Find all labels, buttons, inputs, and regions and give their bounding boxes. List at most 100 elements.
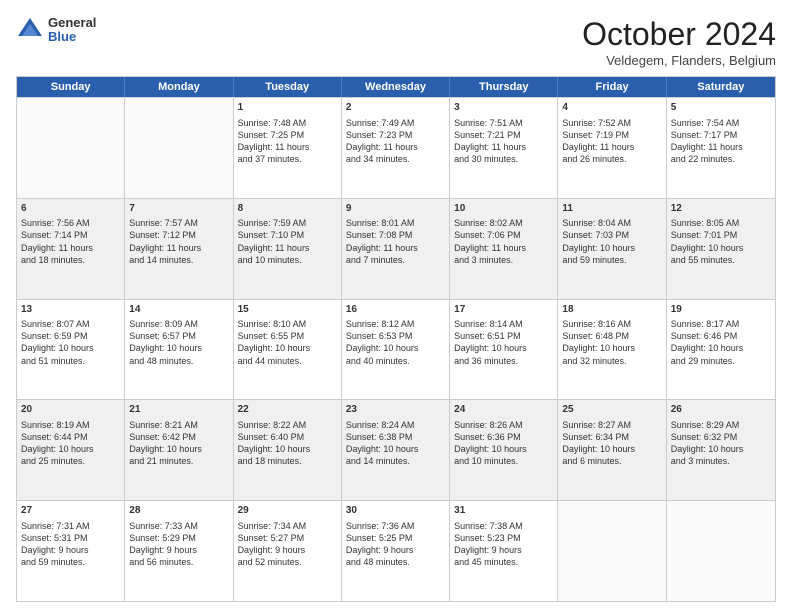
cell-line-l1: Sunrise: 8:16 AM [562, 318, 661, 330]
day-number: 1 [238, 101, 337, 115]
day-number: 12 [671, 202, 771, 216]
cal-cell: 9Sunrise: 8:01 AMSunset: 7:08 PMDaylight… [342, 199, 450, 299]
cal-cell: 16Sunrise: 8:12 AMSunset: 6:53 PMDayligh… [342, 300, 450, 400]
day-header-monday: Monday [125, 77, 233, 97]
cell-line-l1: Sunrise: 7:33 AM [129, 520, 228, 532]
cell-line-l4: and 3 minutes. [454, 254, 553, 266]
cell-line-l1: Sunrise: 7:38 AM [454, 520, 553, 532]
day-number: 9 [346, 202, 445, 216]
logo-text: General Blue [48, 16, 96, 45]
day-header-sunday: Sunday [17, 77, 125, 97]
cal-cell: 10Sunrise: 8:02 AMSunset: 7:06 PMDayligh… [450, 199, 558, 299]
cal-cell: 8Sunrise: 7:59 AMSunset: 7:10 PMDaylight… [234, 199, 342, 299]
cal-cell: 20Sunrise: 8:19 AMSunset: 6:44 PMDayligh… [17, 400, 125, 500]
cell-line-l1: Sunrise: 7:36 AM [346, 520, 445, 532]
logo-blue: Blue [48, 30, 96, 44]
cell-line-l4: and 29 minutes. [671, 355, 771, 367]
cell-line-l3: Daylight: 10 hours [346, 443, 445, 455]
cal-cell: 7Sunrise: 7:57 AMSunset: 7:12 PMDaylight… [125, 199, 233, 299]
cell-line-l1: Sunrise: 7:51 AM [454, 117, 553, 129]
logo-general: General [48, 16, 96, 30]
cal-cell: 17Sunrise: 8:14 AMSunset: 6:51 PMDayligh… [450, 300, 558, 400]
cell-line-l1: Sunrise: 8:09 AM [129, 318, 228, 330]
cell-line-l1: Sunrise: 8:17 AM [671, 318, 771, 330]
cell-line-l4: and 34 minutes. [346, 153, 445, 165]
cell-line-l4: and 59 minutes. [562, 254, 661, 266]
header: General Blue October 2024 Veldegem, Flan… [16, 16, 776, 68]
cell-line-l1: Sunrise: 8:24 AM [346, 419, 445, 431]
cell-line-l4: and 18 minutes. [21, 254, 120, 266]
cell-line-l2: Sunset: 5:29 PM [129, 532, 228, 544]
cell-line-l3: Daylight: 10 hours [671, 242, 771, 254]
cell-line-l4: and 14 minutes. [346, 455, 445, 467]
week-row-2: 6Sunrise: 7:56 AMSunset: 7:14 PMDaylight… [17, 198, 775, 299]
cell-line-l2: Sunset: 6:36 PM [454, 431, 553, 443]
cell-line-l3: Daylight: 10 hours [562, 242, 661, 254]
cell-line-l4: and 3 minutes. [671, 455, 771, 467]
cell-line-l2: Sunset: 6:42 PM [129, 431, 228, 443]
cell-line-l4: and 48 minutes. [346, 556, 445, 568]
cell-line-l3: Daylight: 11 hours [238, 242, 337, 254]
cell-line-l3: Daylight: 11 hours [454, 242, 553, 254]
cell-line-l1: Sunrise: 8:02 AM [454, 217, 553, 229]
day-number: 15 [238, 303, 337, 317]
cal-cell: 19Sunrise: 8:17 AMSunset: 6:46 PMDayligh… [667, 300, 775, 400]
cal-cell: 14Sunrise: 8:09 AMSunset: 6:57 PMDayligh… [125, 300, 233, 400]
cell-line-l2: Sunset: 7:25 PM [238, 129, 337, 141]
cell-line-l1: Sunrise: 8:22 AM [238, 419, 337, 431]
cell-line-l4: and 36 minutes. [454, 355, 553, 367]
cell-line-l2: Sunset: 7:23 PM [346, 129, 445, 141]
calendar: SundayMondayTuesdayWednesdayThursdayFrid… [16, 76, 776, 602]
cell-line-l2: Sunset: 7:21 PM [454, 129, 553, 141]
day-number: 21 [129, 403, 228, 417]
cell-line-l2: Sunset: 6:40 PM [238, 431, 337, 443]
cell-line-l3: Daylight: 11 hours [454, 141, 553, 153]
day-number: 8 [238, 202, 337, 216]
day-number: 14 [129, 303, 228, 317]
cell-line-l2: Sunset: 7:10 PM [238, 229, 337, 241]
week-row-4: 20Sunrise: 8:19 AMSunset: 6:44 PMDayligh… [17, 399, 775, 500]
day-header-tuesday: Tuesday [234, 77, 342, 97]
day-number: 6 [21, 202, 120, 216]
cal-cell: 2Sunrise: 7:49 AMSunset: 7:23 PMDaylight… [342, 98, 450, 198]
day-header-thursday: Thursday [450, 77, 558, 97]
cell-line-l4: and 52 minutes. [238, 556, 337, 568]
cell-line-l1: Sunrise: 8:01 AM [346, 217, 445, 229]
cal-cell: 3Sunrise: 7:51 AMSunset: 7:21 PMDaylight… [450, 98, 558, 198]
cell-line-l3: Daylight: 11 hours [346, 141, 445, 153]
cell-line-l2: Sunset: 6:32 PM [671, 431, 771, 443]
cell-line-l1: Sunrise: 8:07 AM [21, 318, 120, 330]
cell-line-l1: Sunrise: 7:52 AM [562, 117, 661, 129]
cell-line-l4: and 22 minutes. [671, 153, 771, 165]
cell-line-l3: Daylight: 10 hours [129, 443, 228, 455]
cal-cell: 30Sunrise: 7:36 AMSunset: 5:25 PMDayligh… [342, 501, 450, 601]
cell-line-l1: Sunrise: 8:04 AM [562, 217, 661, 229]
cell-line-l2: Sunset: 7:19 PM [562, 129, 661, 141]
cell-line-l4: and 45 minutes. [454, 556, 553, 568]
cal-cell: 13Sunrise: 8:07 AMSunset: 6:59 PMDayligh… [17, 300, 125, 400]
cell-line-l1: Sunrise: 7:49 AM [346, 117, 445, 129]
day-number: 26 [671, 403, 771, 417]
cell-line-l4: and 25 minutes. [21, 455, 120, 467]
cell-line-l2: Sunset: 7:17 PM [671, 129, 771, 141]
day-number: 23 [346, 403, 445, 417]
day-number: 24 [454, 403, 553, 417]
cal-cell: 15Sunrise: 8:10 AMSunset: 6:55 PMDayligh… [234, 300, 342, 400]
cell-line-l3: Daylight: 11 hours [562, 141, 661, 153]
subtitle: Veldegem, Flanders, Belgium [582, 53, 776, 68]
cell-line-l2: Sunset: 6:55 PM [238, 330, 337, 342]
cell-line-l2: Sunset: 7:03 PM [562, 229, 661, 241]
cell-line-l1: Sunrise: 8:19 AM [21, 419, 120, 431]
cell-line-l4: and 55 minutes. [671, 254, 771, 266]
cal-cell [17, 98, 125, 198]
day-number: 10 [454, 202, 553, 216]
cal-cell [558, 501, 666, 601]
cell-line-l3: Daylight: 11 hours [238, 141, 337, 153]
cell-line-l4: and 48 minutes. [129, 355, 228, 367]
cal-cell: 21Sunrise: 8:21 AMSunset: 6:42 PMDayligh… [125, 400, 233, 500]
cal-cell: 24Sunrise: 8:26 AMSunset: 6:36 PMDayligh… [450, 400, 558, 500]
cal-cell: 12Sunrise: 8:05 AMSunset: 7:01 PMDayligh… [667, 199, 775, 299]
cell-line-l4: and 14 minutes. [129, 254, 228, 266]
calendar-header: SundayMondayTuesdayWednesdayThursdayFrid… [17, 77, 775, 97]
day-number: 29 [238, 504, 337, 518]
